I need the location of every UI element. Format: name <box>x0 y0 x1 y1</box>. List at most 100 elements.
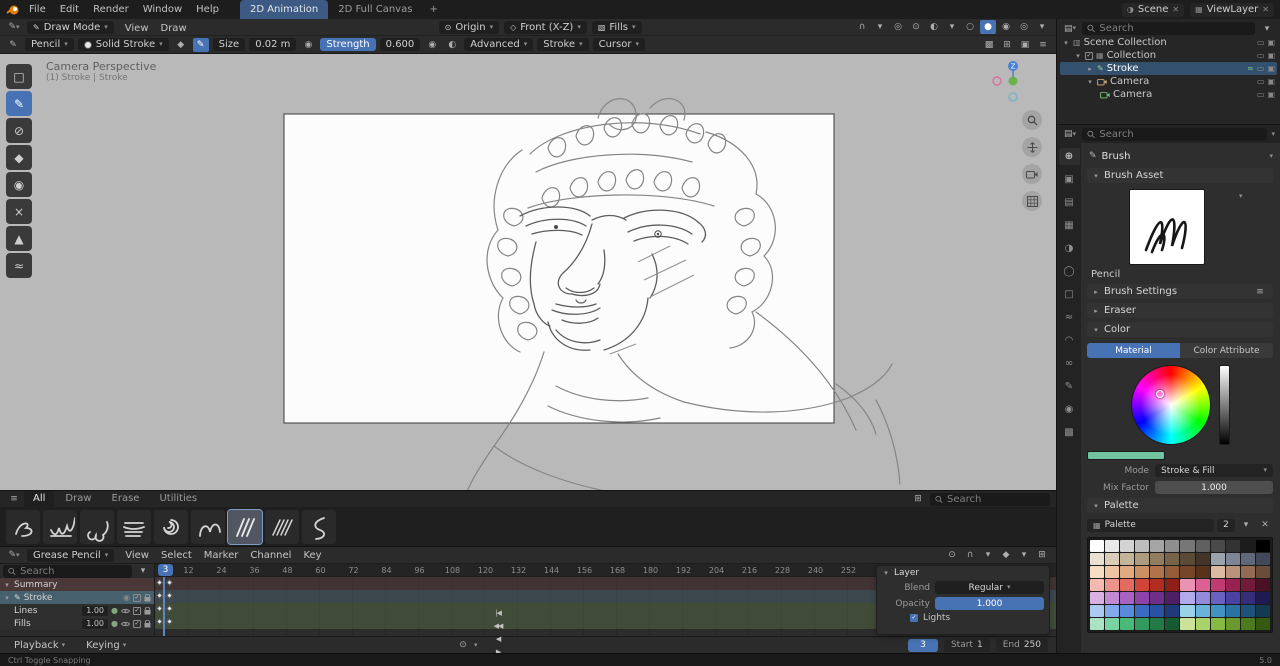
strength-slider[interactable]: Strength <box>320 38 376 51</box>
palette-swatch[interactable] <box>1195 566 1210 578</box>
collapse-icon[interactable]: ▾ <box>882 569 890 577</box>
tab-color-attribute[interactable]: Color Attribute <box>1180 343 1273 358</box>
brush-preview[interactable] <box>1129 189 1205 265</box>
fill-tool[interactable]: ◆ <box>6 145 32 170</box>
pin-material-icon[interactable]: ◆ <box>173 38 189 52</box>
menu-item[interactable]: View <box>119 550 155 561</box>
palette-swatch[interactable] <box>1120 605 1135 617</box>
menu-item[interactable]: Render <box>86 4 136 15</box>
menu-item[interactable]: Help <box>189 4 226 15</box>
charcoal-brush[interactable] <box>191 510 225 544</box>
palette-swatch[interactable] <box>1135 566 1150 578</box>
playhead-sync-icon[interactable]: ⊙ <box>944 548 960 562</box>
palette-swatch[interactable] <box>1180 540 1195 552</box>
interpolate-tool[interactable]: ≈ <box>6 253 32 278</box>
channel-search-input[interactable] <box>20 565 127 577</box>
palette-swatch[interactable] <box>1105 553 1120 565</box>
scene-tab-icon[interactable]: ◑ <box>1059 240 1080 257</box>
viewlayer-tab-icon[interactable]: ▦ <box>1059 217 1080 234</box>
dopesheet-mode-dropdown[interactable]: Grease Pencil ▾ <box>27 548 115 562</box>
scene-selector[interactable]: ◑ Scene ✕ <box>1121 2 1185 17</box>
palette-swatch[interactable] <box>1210 540 1225 552</box>
scribble-brush[interactable] <box>154 510 188 544</box>
palette-swatch[interactable] <box>1165 553 1180 565</box>
shelf-search[interactable] <box>930 492 1050 506</box>
palette-swatch[interactable] <box>1090 579 1105 591</box>
camera-data-row[interactable]: Camera ▭ ▣ <box>1060 88 1277 101</box>
palette-swatch[interactable] <box>1240 540 1255 552</box>
stroke-dropdown[interactable]: Stroke ▾ <box>537 38 589 51</box>
auto-keying-icon[interactable]: ⊙ <box>455 638 471 652</box>
select-box-tool[interactable]: □ <box>6 64 32 89</box>
keyframe[interactable] <box>165 591 174 600</box>
palette-swatch[interactable] <box>1105 579 1120 591</box>
cutter-tool[interactable]: × <box>6 199 32 224</box>
current-frame-field[interactable]: 3 <box>907 638 938 652</box>
options-icon[interactable]: ≡ <box>1035 38 1051 52</box>
palette-swatch[interactable] <box>1180 579 1195 591</box>
expand-icon[interactable]: ▾ <box>1062 39 1070 47</box>
palette-swatch[interactable] <box>1135 618 1150 630</box>
palette-swatch[interactable] <box>1165 540 1180 552</box>
palette-swatch[interactable] <box>1240 553 1255 565</box>
size-value-field[interactable]: 0.02 m <box>249 38 297 51</box>
channel-stroke[interactable]: ▾ ✎ Stroke ◉ ✓ <box>0 591 154 604</box>
shelf-tab-erase[interactable]: Erase <box>103 491 149 507</box>
viewport-display-icon[interactable]: ▭ <box>1257 77 1265 86</box>
falloff-icon[interactable]: ◐ <box>444 38 460 52</box>
palette-swatch[interactable] <box>1255 553 1270 565</box>
eye-icon[interactable] <box>121 621 130 627</box>
play-reverse-button[interactable]: ◀ <box>490 632 507 645</box>
lock-icon[interactable] <box>144 619 151 628</box>
lines-opacity-field[interactable]: 1.00 <box>82 605 109 616</box>
palette-swatch[interactable] <box>1165 579 1180 591</box>
expand-icon[interactable]: ▾ <box>1086 78 1094 86</box>
shading-dropdown[interactable]: ▾ <box>1034 20 1050 34</box>
properties-options-dropdown[interactable]: ▾ <box>1271 130 1275 138</box>
tool-tab-icon[interactable]: ⊕ <box>1058 148 1080 165</box>
render-display-icon[interactable]: ▣ <box>1267 77 1275 86</box>
palette-swatch[interactable] <box>1105 618 1120 630</box>
palette-swatch[interactable] <box>1120 592 1135 604</box>
channel-fills[interactable]: Fills 1.00 ● ✓ <box>0 617 154 630</box>
palette-user-count[interactable]: 2 <box>1217 518 1235 532</box>
render-display-icon[interactable]: ▣ <box>1267 38 1275 47</box>
frame-start-field[interactable]: Start 1 <box>943 638 990 652</box>
palette-swatch[interactable] <box>1180 553 1195 565</box>
expand-icon[interactable]: ▾ <box>3 594 11 602</box>
palette-swatch[interactable] <box>1120 553 1135 565</box>
properties-search-input[interactable] <box>1099 128 1263 140</box>
palette-swatch[interactable] <box>1135 592 1150 604</box>
data-tab-icon[interactable]: ✎ <box>1059 378 1080 395</box>
mode-dropdown[interactable]: Stroke & Fill ▾ <box>1155 464 1273 477</box>
erase-tool[interactable]: ⊘ <box>6 118 32 143</box>
ink-pen-brush[interactable] <box>6 510 40 544</box>
menu-item[interactable]: View <box>119 23 155 34</box>
shelf-tab-all[interactable]: All <box>24 491 55 507</box>
blender-logo[interactable] <box>6 4 20 16</box>
overlays-icon[interactable]: ◐ <box>926 20 942 34</box>
snap-dropdown[interactable]: ▾ <box>980 548 996 562</box>
palette-swatch[interactable] <box>1090 592 1105 604</box>
menu-item[interactable]: File <box>22 4 53 15</box>
material-selector[interactable]: Solid Stroke ▾ <box>77 38 169 51</box>
size-pressure-icon[interactable]: ◉ <box>300 38 316 52</box>
camera-object-row[interactable]: ▾ Camera ▭ ▣ <box>1060 75 1277 88</box>
zoom-icon[interactable] <box>1022 110 1042 130</box>
palette-swatch[interactable] <box>1195 605 1210 617</box>
menu-item[interactable]: Channel <box>244 550 297 561</box>
editor-type-icon[interactable]: ✎ ▾ <box>6 548 22 562</box>
active-brush-icon[interactable]: ✎ <box>5 38 21 52</box>
overlays-dropdown[interactable]: ▾ <box>944 20 960 34</box>
palette-swatch[interactable] <box>1255 579 1270 591</box>
viewport-display-icon[interactable]: ▭ <box>1257 64 1265 73</box>
palette-swatch[interactable] <box>1210 566 1225 578</box>
palette-swatch[interactable] <box>1105 605 1120 617</box>
current-frame-badge[interactable]: 3 <box>158 564 173 576</box>
opacity-slider[interactable]: 1.000 <box>935 597 1044 610</box>
camera-view-icon[interactable] <box>1022 164 1042 184</box>
collection-checkbox[interactable]: ✓ <box>1085 51 1093 60</box>
palette-swatch[interactable] <box>1090 553 1105 565</box>
editor-type-icon[interactable]: ✎ ▾ <box>6 20 22 34</box>
strength-value-field[interactable]: 0.600 <box>379 38 421 51</box>
